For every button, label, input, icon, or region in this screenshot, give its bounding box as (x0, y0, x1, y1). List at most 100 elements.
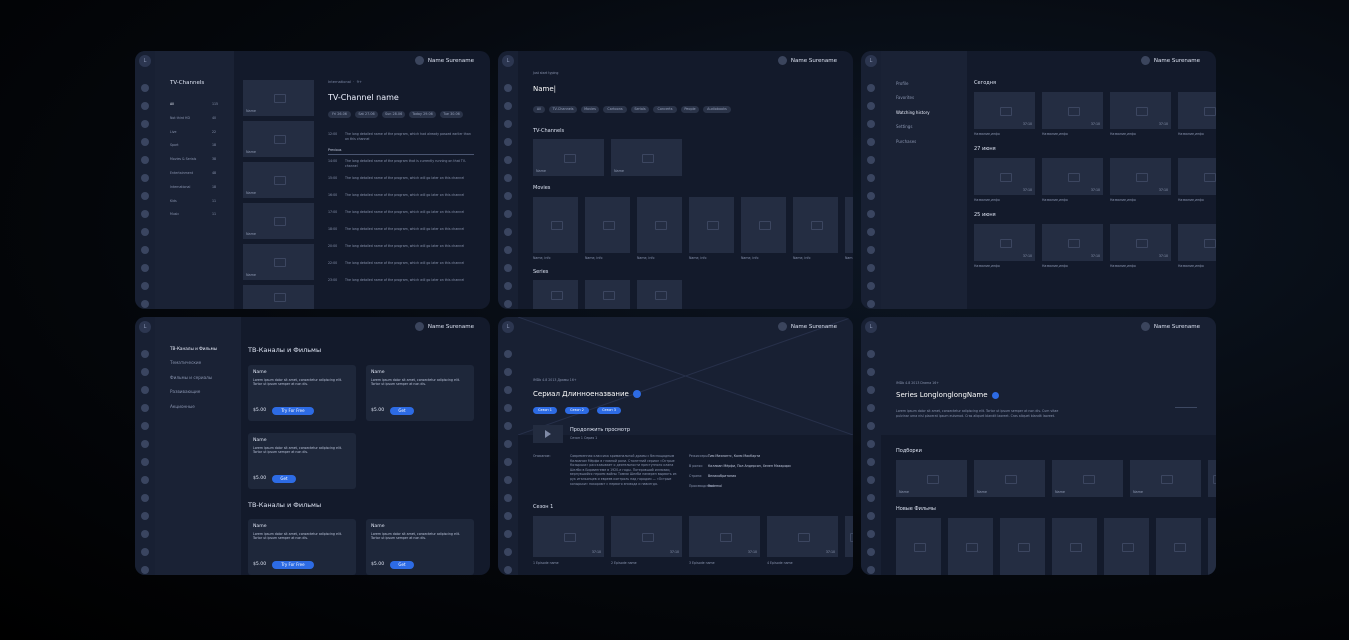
program-title[interactable]: The long detailed name of the program, w… (345, 227, 473, 232)
channel-thumb[interactable]: Name (243, 80, 314, 116)
filter-chip[interactable]: Concerts (653, 106, 677, 113)
episode-thumb[interactable]: 37:10 (689, 516, 760, 557)
profile-menu-item[interactable]: Favorites (896, 95, 914, 100)
program-title[interactable]: The long detailed name of the program, w… (345, 261, 473, 266)
nav-icon[interactable] (867, 422, 875, 430)
try-for-free-button[interactable]: Try For Free (272, 407, 314, 415)
category-item[interactable]: International (170, 185, 190, 189)
nav-icon[interactable] (504, 228, 512, 236)
nav-icon[interactable] (141, 566, 149, 574)
nav-icon[interactable] (141, 192, 149, 200)
nav-icon[interactable] (867, 102, 875, 110)
movie-result-thumb[interactable] (845, 197, 853, 253)
nav-icon[interactable] (504, 120, 512, 128)
nav-icon[interactable] (867, 210, 875, 218)
nav-icon[interactable] (867, 386, 875, 394)
collection-thumb[interactable] (1208, 460, 1216, 497)
nav-icon[interactable] (141, 156, 149, 164)
program-title[interactable]: The long detailed name of the program th… (345, 159, 473, 169)
history-item-thumb[interactable]: 37:10 (1042, 224, 1103, 261)
subscription-menu-item[interactable]: ТВ-Каналы и Фильмы (170, 346, 217, 351)
collection-thumb[interactable]: Name (1130, 460, 1201, 497)
user-menu[interactable]: Name Surename (777, 322, 837, 331)
get-button[interactable]: Get (272, 475, 296, 483)
category-item[interactable]: Sport (170, 143, 179, 147)
nav-icon[interactable] (504, 84, 512, 92)
season-tab[interactable]: Сезон 3 (597, 407, 621, 414)
nav-icon[interactable] (141, 458, 149, 466)
history-item-thumb[interactable]: 37:10 (974, 92, 1035, 129)
nav-icon[interactable] (867, 548, 875, 556)
nav-icon[interactable] (867, 300, 875, 308)
subscription-card[interactable]: Name Lorem ipsum dolor sit amet, consecte… (366, 519, 474, 575)
subscription-menu-item[interactable]: Фильмы и сериалы (170, 375, 212, 380)
nav-icon[interactable] (141, 300, 149, 308)
collection-thumb[interactable]: Name (1052, 460, 1123, 497)
nav-icon[interactable] (867, 138, 875, 146)
nav-icon[interactable] (141, 350, 149, 358)
history-item-thumb[interactable]: 37:10 (1110, 224, 1171, 261)
nav-icon[interactable] (504, 210, 512, 218)
channel-thumb[interactable]: Name (243, 203, 314, 239)
filter-chip[interactable]: Serials (631, 106, 649, 113)
profile-menu-item[interactable]: Watching history (896, 110, 930, 115)
nav-icon[interactable] (867, 192, 875, 200)
movie-thumb[interactable] (1000, 518, 1045, 575)
nav-icon[interactable] (141, 138, 149, 146)
nav-icon[interactable] (504, 530, 512, 538)
nav-icon[interactable] (867, 156, 875, 164)
nav-icon[interactable] (141, 282, 149, 290)
nav-icon[interactable] (141, 120, 149, 128)
nav-icon[interactable] (504, 440, 512, 448)
category-item[interactable]: Not third HD (170, 116, 190, 120)
category-item[interactable]: Entertainment (170, 171, 193, 175)
user-menu[interactable]: Name Surename (414, 56, 474, 65)
history-item-thumb[interactable]: 37:10 (1178, 224, 1216, 261)
season-tab[interactable]: Сезон 2 (565, 407, 589, 414)
nav-icon[interactable] (504, 156, 512, 164)
category-item[interactable]: Movies & Serials (170, 157, 196, 161)
channel-thumb[interactable]: Name (243, 121, 314, 157)
filter-chip[interactable]: Cartoons (603, 106, 627, 113)
program-title[interactable]: The long detailed name of the program, w… (345, 244, 473, 249)
filter-chip[interactable]: Movies (581, 106, 599, 113)
program-title[interactable]: The long detailed name of the program, w… (345, 193, 473, 198)
nav-icon[interactable] (141, 368, 149, 376)
favorite-icon[interactable] (632, 390, 641, 398)
user-menu[interactable]: Name Surename (1140, 322, 1200, 331)
nav-icon[interactable] (867, 350, 875, 358)
nav-icon[interactable] (141, 246, 149, 254)
nav-icon[interactable] (867, 512, 875, 520)
filter-chip[interactable]: TV-Channels (549, 106, 577, 113)
nav-icon[interactable] (504, 404, 512, 412)
nav-icon[interactable] (867, 246, 875, 254)
search-input[interactable]: Name| (533, 85, 556, 93)
movie-thumb[interactable] (1052, 518, 1097, 575)
get-button[interactable]: Get (390, 561, 414, 569)
nav-icon[interactable] (141, 440, 149, 448)
nav-icon[interactable] (141, 228, 149, 236)
history-item-thumb[interactable]: 37:10 (1178, 158, 1216, 195)
nav-icon[interactable] (867, 494, 875, 502)
nav-icon[interactable] (867, 84, 875, 92)
movie-thumb[interactable] (1156, 518, 1201, 575)
profile-menu-item[interactable]: Profile (896, 81, 908, 86)
history-item-thumb[interactable]: 37:10 (1042, 158, 1103, 195)
series-result-thumb[interactable] (637, 280, 682, 309)
filter-chip[interactable]: All (533, 106, 545, 113)
nav-icon[interactable] (141, 210, 149, 218)
episode-thumb[interactable]: 37:10 (767, 516, 838, 557)
nav-icon[interactable] (141, 264, 149, 272)
nav-icon[interactable] (867, 566, 875, 574)
movie-result-thumb[interactable] (585, 197, 630, 253)
day-tab[interactable]: Fri 26.06 (328, 111, 351, 118)
movie-thumb[interactable] (948, 518, 993, 575)
nav-icon[interactable] (141, 422, 149, 430)
nav-icon[interactable] (504, 138, 512, 146)
movie-result-thumb[interactable] (741, 197, 786, 253)
user-menu[interactable]: Name Surename (1140, 56, 1200, 65)
profile-menu-item[interactable]: Settings (896, 124, 912, 129)
nav-icon[interactable] (504, 300, 512, 308)
movie-result-thumb[interactable] (689, 197, 734, 253)
continue-title[interactable]: Продолжить просмотр (570, 427, 630, 433)
